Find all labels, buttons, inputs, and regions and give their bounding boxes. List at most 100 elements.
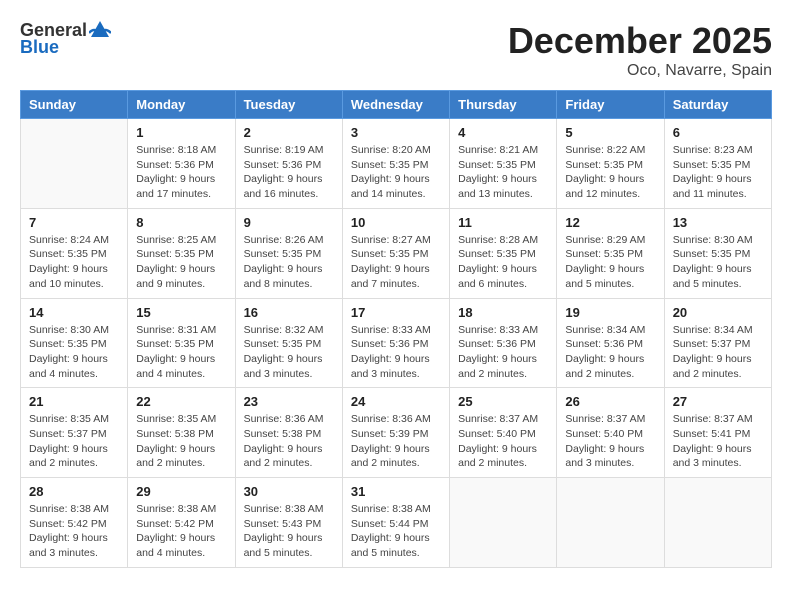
day-number: 4 (458, 125, 548, 140)
calendar-week-row: 28 Sunrise: 8:38 AMSunset: 5:42 PMDayligh… (21, 478, 772, 568)
day-info: Sunrise: 8:33 AMSunset: 5:36 PMDaylight:… (458, 323, 548, 382)
day-number: 19 (565, 305, 655, 320)
day-number: 17 (351, 305, 441, 320)
logo-icon (89, 19, 111, 41)
day-info: Sunrise: 8:27 AMSunset: 5:35 PMDaylight:… (351, 233, 441, 292)
day-info: Sunrise: 8:31 AMSunset: 5:35 PMDaylight:… (136, 323, 226, 382)
calendar-cell (21, 119, 128, 209)
day-number: 31 (351, 484, 441, 499)
calendar-cell: 4 Sunrise: 8:21 AMSunset: 5:35 PMDaylight… (450, 119, 557, 209)
calendar-cell: 27 Sunrise: 8:37 AMSunset: 5:41 PMDayligh… (664, 388, 771, 478)
day-info: Sunrise: 8:37 AMSunset: 5:40 PMDaylight:… (565, 412, 655, 471)
month-title: December 2025 (508, 20, 772, 62)
day-number: 13 (673, 215, 763, 230)
calendar-cell: 15 Sunrise: 8:31 AMSunset: 5:35 PMDayligh… (128, 298, 235, 388)
day-info: Sunrise: 8:23 AMSunset: 5:35 PMDaylight:… (673, 143, 763, 202)
calendar-cell: 7Sunrise: 8:24 AMSunset: 5:35 PMDaylight… (21, 208, 128, 298)
column-header-wednesday: Wednesday (342, 91, 449, 119)
day-info: Sunrise: 8:35 AMSunset: 5:38 PMDaylight:… (136, 412, 226, 471)
calendar-week-row: 1Sunrise: 8:18 AMSunset: 5:36 PMDaylight… (21, 119, 772, 209)
calendar-cell: 20Sunrise: 8:34 AMSunset: 5:37 PMDayligh… (664, 298, 771, 388)
day-info: Sunrise: 8:24 AMSunset: 5:35 PMDaylight:… (29, 233, 119, 292)
calendar-cell: 24 Sunrise: 8:36 AMSunset: 5:39 PMDayligh… (342, 388, 449, 478)
calendar-cell: 13 Sunrise: 8:30 AMSunset: 5:35 PMDayligh… (664, 208, 771, 298)
calendar-cell: 17 Sunrise: 8:33 AMSunset: 5:36 PMDayligh… (342, 298, 449, 388)
calendar-cell: 26 Sunrise: 8:37 AMSunset: 5:40 PMDayligh… (557, 388, 664, 478)
day-info: Sunrise: 8:36 AMSunset: 5:38 PMDaylight:… (244, 412, 334, 471)
day-info: Sunrise: 8:26 AMSunset: 5:35 PMDaylight:… (244, 233, 334, 292)
day-number: 24 (351, 394, 441, 409)
day-number: 15 (136, 305, 226, 320)
day-info: Sunrise: 8:33 AMSunset: 5:36 PMDaylight:… (351, 323, 441, 382)
calendar-cell: 31 Sunrise: 8:38 AMSunset: 5:44 PMDayligh… (342, 478, 449, 568)
day-number: 26 (565, 394, 655, 409)
day-number: 21 (29, 394, 119, 409)
calendar-cell: 30 Sunrise: 8:38 AMSunset: 5:43 PMDayligh… (235, 478, 342, 568)
day-number: 2 (244, 125, 334, 140)
calendar-cell: 25 Sunrise: 8:37 AMSunset: 5:40 PMDayligh… (450, 388, 557, 478)
day-info: Sunrise: 8:22 AMSunset: 5:35 PMDaylight:… (565, 143, 655, 202)
calendar-cell: 18 Sunrise: 8:33 AMSunset: 5:36 PMDayligh… (450, 298, 557, 388)
day-info: Sunrise: 8:38 AMSunset: 5:42 PMDaylight:… (136, 502, 226, 561)
day-info: Sunrise: 8:32 AMSunset: 5:35 PMDaylight:… (244, 323, 334, 382)
day-info: Sunrise: 8:20 AMSunset: 5:35 PMDaylight:… (351, 143, 441, 202)
day-info: Sunrise: 8:34 AMSunset: 5:37 PMDaylight:… (673, 323, 763, 382)
calendar-cell: 5 Sunrise: 8:22 AMSunset: 5:35 PMDaylight… (557, 119, 664, 209)
calendar-cell: 8Sunrise: 8:25 AMSunset: 5:35 PMDaylight… (128, 208, 235, 298)
calendar-cell (450, 478, 557, 568)
calendar-week-row: 7Sunrise: 8:24 AMSunset: 5:35 PMDaylight… (21, 208, 772, 298)
logo: General Blue (20, 20, 111, 58)
calendar-cell: 1Sunrise: 8:18 AMSunset: 5:36 PMDaylight… (128, 119, 235, 209)
calendar-cell: 9 Sunrise: 8:26 AMSunset: 5:35 PMDaylight… (235, 208, 342, 298)
day-number: 8 (136, 215, 226, 230)
logo-blue-text: Blue (20, 37, 59, 58)
day-number: 18 (458, 305, 548, 320)
calendar-cell: 23 Sunrise: 8:36 AMSunset: 5:38 PMDayligh… (235, 388, 342, 478)
day-number: 6 (673, 125, 763, 140)
calendar-cell: 3 Sunrise: 8:20 AMSunset: 5:35 PMDaylight… (342, 119, 449, 209)
day-number: 25 (458, 394, 548, 409)
calendar-cell: 21 Sunrise: 8:35 AMSunset: 5:37 PMDayligh… (21, 388, 128, 478)
column-header-saturday: Saturday (664, 91, 771, 119)
column-header-tuesday: Tuesday (235, 91, 342, 119)
day-number: 28 (29, 484, 119, 499)
day-info: Sunrise: 8:28 AMSunset: 5:35 PMDaylight:… (458, 233, 548, 292)
calendar-cell: 28 Sunrise: 8:38 AMSunset: 5:42 PMDayligh… (21, 478, 128, 568)
calendar-cell: 2Sunrise: 8:19 AMSunset: 5:36 PMDaylight… (235, 119, 342, 209)
calendar-cell (557, 478, 664, 568)
day-number: 5 (565, 125, 655, 140)
column-header-monday: Monday (128, 91, 235, 119)
day-info: Sunrise: 8:38 AMSunset: 5:44 PMDaylight:… (351, 502, 441, 561)
day-number: 14 (29, 305, 119, 320)
calendar-week-row: 14 Sunrise: 8:30 AMSunset: 5:35 PMDayligh… (21, 298, 772, 388)
calendar-cell (664, 478, 771, 568)
calendar-header-row: SundayMondayTuesdayWednesdayThursdayFrid… (21, 91, 772, 119)
day-info: Sunrise: 8:36 AMSunset: 5:39 PMDaylight:… (351, 412, 441, 471)
day-number: 16 (244, 305, 334, 320)
day-info: Sunrise: 8:38 AMSunset: 5:43 PMDaylight:… (244, 502, 334, 561)
day-info: Sunrise: 8:35 AMSunset: 5:37 PMDaylight:… (29, 412, 119, 471)
day-number: 11 (458, 215, 548, 230)
day-info: Sunrise: 8:34 AMSunset: 5:36 PMDaylight:… (565, 323, 655, 382)
day-info: Sunrise: 8:38 AMSunset: 5:42 PMDaylight:… (29, 502, 119, 561)
day-number: 9 (244, 215, 334, 230)
day-info: Sunrise: 8:37 AMSunset: 5:41 PMDaylight:… (673, 412, 763, 471)
column-header-sunday: Sunday (21, 91, 128, 119)
calendar-cell: 6 Sunrise: 8:23 AMSunset: 5:35 PMDaylight… (664, 119, 771, 209)
title-section: December 2025 Oco, Navarre, Spain (508, 20, 772, 80)
day-info: Sunrise: 8:30 AMSunset: 5:35 PMDaylight:… (673, 233, 763, 292)
calendar-cell: 29 Sunrise: 8:38 AMSunset: 5:42 PMDayligh… (128, 478, 235, 568)
day-info: Sunrise: 8:18 AMSunset: 5:36 PMDaylight:… (136, 143, 226, 202)
day-number: 27 (673, 394, 763, 409)
calendar-cell: 10Sunrise: 8:27 AMSunset: 5:35 PMDayligh… (342, 208, 449, 298)
calendar-cell: 16 Sunrise: 8:32 AMSunset: 5:35 PMDayligh… (235, 298, 342, 388)
day-number: 29 (136, 484, 226, 499)
day-number: 3 (351, 125, 441, 140)
day-info: Sunrise: 8:21 AMSunset: 5:35 PMDaylight:… (458, 143, 548, 202)
day-info: Sunrise: 8:37 AMSunset: 5:40 PMDaylight:… (458, 412, 548, 471)
calendar-cell: 22Sunrise: 8:35 AMSunset: 5:38 PMDayligh… (128, 388, 235, 478)
day-number: 23 (244, 394, 334, 409)
day-info: Sunrise: 8:30 AMSunset: 5:35 PMDaylight:… (29, 323, 119, 382)
day-number: 30 (244, 484, 334, 499)
calendar-table: SundayMondayTuesdayWednesdayThursdayFrid… (20, 90, 772, 568)
